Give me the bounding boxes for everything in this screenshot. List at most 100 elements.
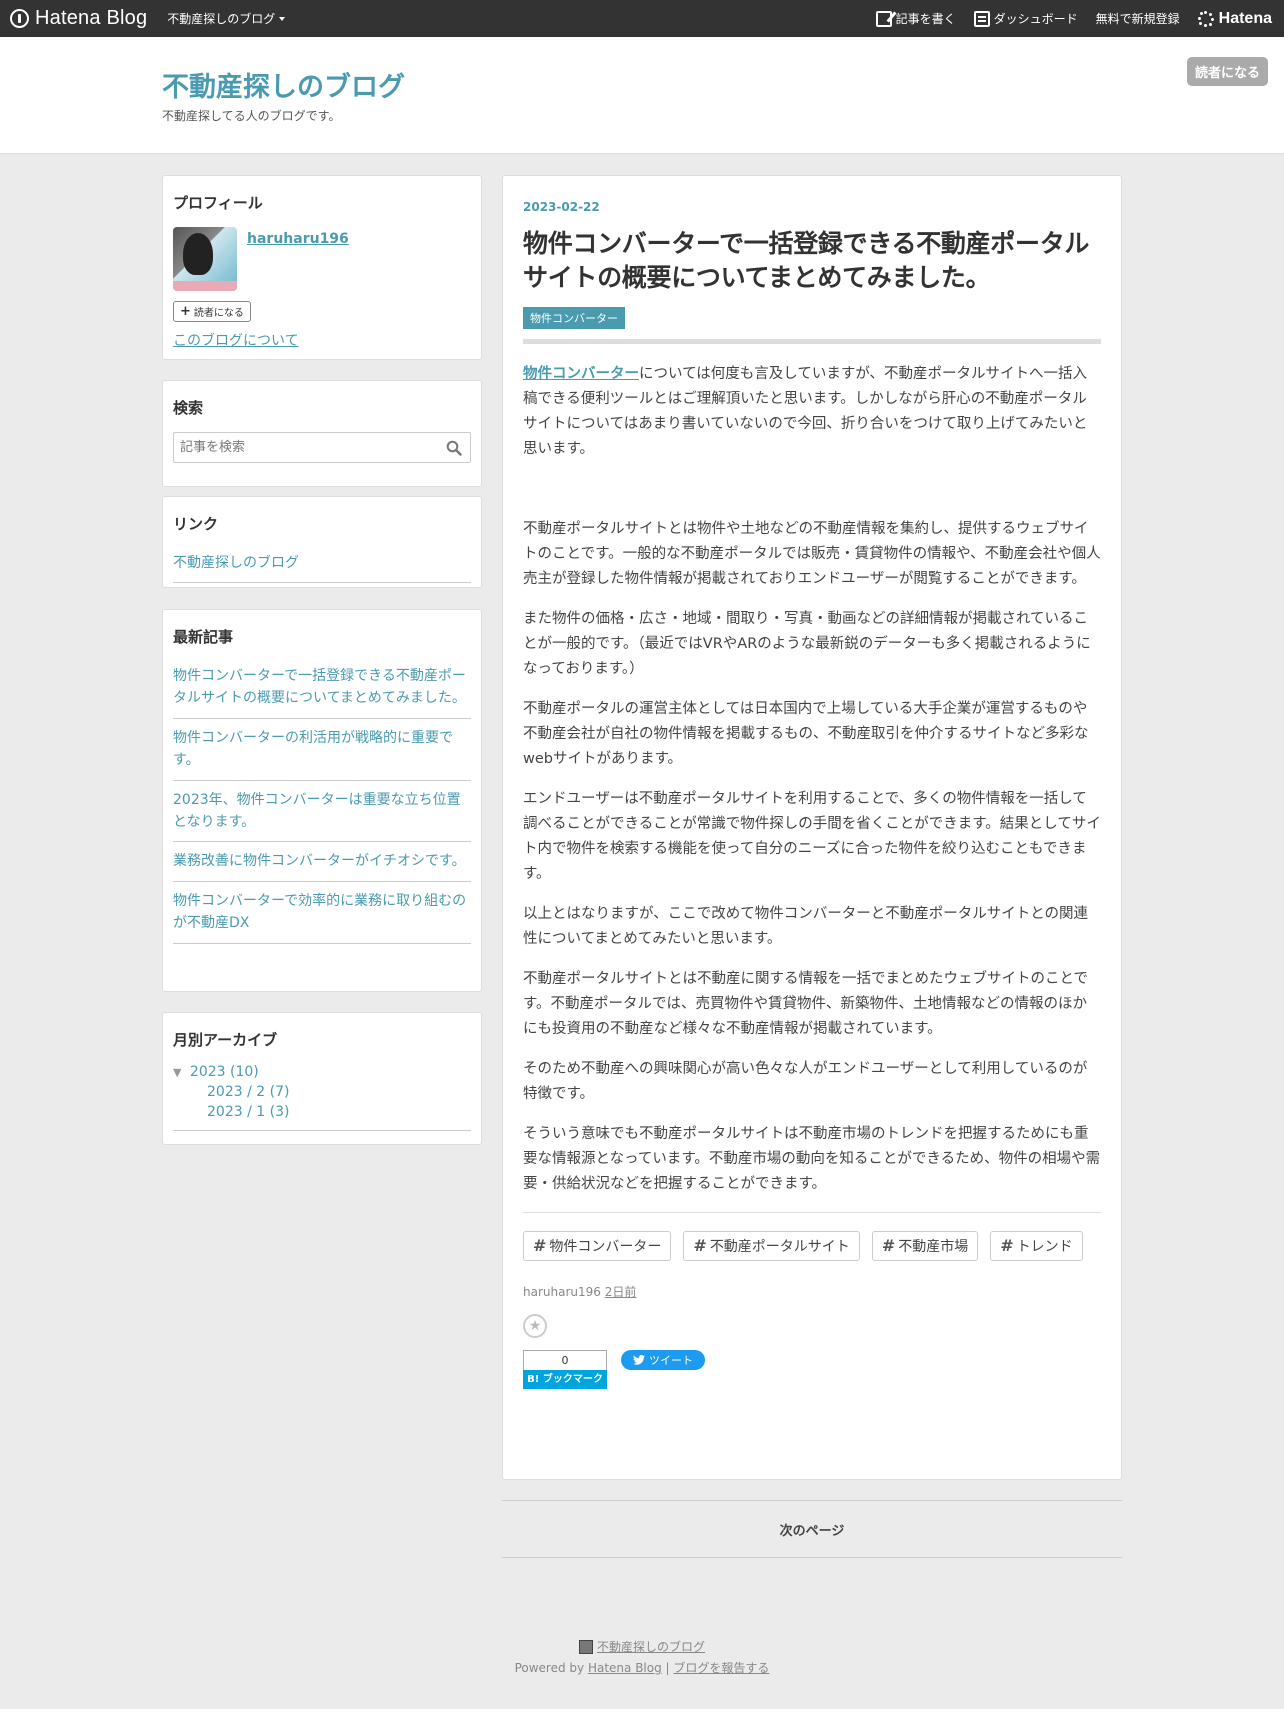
paragraph: 不動産ポータルの運営主体としては日本国内で上場している大手企業が運営するものや不… <box>523 700 1089 767</box>
hatena-blog-link[interactable]: Hatena Blog <box>588 1661 662 1675</box>
write-article-link[interactable]: 記事を書く <box>875 10 956 27</box>
dashboard-label: ダッシュボード <box>993 12 1078 26</box>
hatena-blog-brand: Hatena Blog <box>35 7 148 29</box>
entry-body: 物件コンバーターについては何度も言及していますが、不動産ポータルサイトへ一括入稿… <box>523 362 1101 1197</box>
title-divider <box>523 338 1101 344</box>
recent-entry-link[interactable]: 物件コンバーターで効率的に業務に取り組むのが不動産DX <box>173 893 466 931</box>
twitter-bird-icon <box>633 1354 645 1365</box>
keyword-link[interactable]: 物件コンバーター <box>523 366 639 382</box>
tweet-button[interactable]: ツイート <box>621 1349 705 1370</box>
author-name[interactable]: haruharu196 <box>523 1285 601 1299</box>
hash-icon: # <box>693 1236 707 1255</box>
recent-entry-link[interactable]: 2023年、物件コンバーターは重要な立ち位置となります。 <box>173 792 461 830</box>
entry-date[interactable]: 2023-02-22 <box>523 200 600 214</box>
hash-icon: # <box>1000 1236 1014 1255</box>
archive-month-link[interactable]: 2023 / 2 (7) <box>207 1084 471 1100</box>
paragraph: そのため不動産への興味関心が高い色々な人がエンドユーザーとして利用しているのが特… <box>523 1060 1088 1102</box>
next-page-link[interactable]: 次のページ <box>502 1500 1122 1558</box>
caret-down-icon <box>279 16 286 21</box>
search-input[interactable] <box>174 433 470 462</box>
report-blog-link[interactable]: ブログを報告する <box>673 1661 769 1675</box>
recent-entry-link[interactable]: 物件コンバーターの利活用が戦略的に重要です。 <box>173 730 453 768</box>
blog-header: 不動産探しのブログ 不動産探してる人のブログです。 読者になる <box>0 37 1284 154</box>
tag-list: # 物件コンバーター # 不動産ポータルサイト # 不動産市場 # トレンド <box>523 1230 1101 1261</box>
list-item: 物件コンバーターで一括登録できる不動産ポータルサイトの概要についてまとめてみまし… <box>173 661 471 719</box>
follow-button[interactable]: + 読者になる <box>173 301 251 322</box>
recent-entries-module: 最新記事 物件コンバーターで一括登録できる不動産ポータルサイトの概要についてまと… <box>162 609 482 992</box>
tag-link[interactable]: # 不動産ポータルサイト <box>683 1230 860 1261</box>
profile-name-link[interactable]: haruharu196 <box>247 231 349 291</box>
dashboard-icon <box>973 10 990 27</box>
avatar[interactable] <box>173 227 237 291</box>
hatena-blog-logo[interactable]: Hatena Blog <box>10 7 147 30</box>
tag-label: 物件コンバーター <box>549 1238 662 1255</box>
dashboard-link[interactable]: ダッシュボード <box>973 10 1078 27</box>
signup-link[interactable]: 無料で新規登録 <box>1096 10 1180 27</box>
blog-menu-label: 不動産探しのブログ <box>167 12 276 26</box>
archive-month-link[interactable]: 2023 / 1 (3) <box>207 1104 471 1120</box>
add-star-icon[interactable]: ★ <box>523 1313 547 1338</box>
hash-icon: # <box>533 1236 547 1255</box>
footer-separator: | <box>665 1661 670 1675</box>
tag-label: 不動産市場 <box>898 1238 969 1255</box>
triangle-down-icon[interactable]: ▼ <box>173 1066 181 1079</box>
recent-heading: 最新記事 <box>173 628 234 646</box>
tag-link[interactable]: # 物件コンバーター <box>523 1230 672 1261</box>
link-item[interactable]: 不動産探しのブログ <box>173 555 299 571</box>
search-icon[interactable] <box>446 440 462 456</box>
profile-module: プロフィール haruharu196 + 読者になる このブログについて <box>162 175 482 360</box>
paragraph: 不動産ポータルサイトとは不動産に関する情報を一括でまとめたウェブサイトのことです… <box>523 970 1089 1037</box>
blog-favicon-icon <box>578 1639 593 1654</box>
entry-footer: haruharu196 2日前 <box>523 1283 1101 1300</box>
recent-list: 物件コンバーターで一括登録できる不動産ポータルサイトの概要についてまとめてみまし… <box>173 661 471 944</box>
share-buttons: 0 B! ブックマーク ツイート <box>523 1349 1101 1389</box>
search-heading: 検索 <box>173 399 204 417</box>
hatena-bookmark-button[interactable]: 0 B! ブックマーク <box>523 1349 607 1389</box>
archive-year[interactable]: ▼ 2023 (10) <box>173 1064 471 1080</box>
paragraph: エンドユーザーは不動産ポータルサイトを利用することで、多くの物件情報を一括して調… <box>523 790 1101 882</box>
hatena-dots-icon <box>1197 10 1214 27</box>
profile-heading: プロフィール <box>173 194 263 212</box>
intro-paragraph: 物件コンバーターについては何度も言及していますが、不動産ポータルサイトへ一括入稿… <box>523 362 1101 462</box>
about-blog-link[interactable]: このブログについて <box>173 330 471 350</box>
tags-divider <box>523 1211 1101 1213</box>
entry-time-link[interactable]: 2日前 <box>605 1285 637 1299</box>
list-item: 物件コンバーターの利活用が戦略的に重要です。 <box>173 719 471 781</box>
links-heading: リンク <box>173 515 219 533</box>
list-item: 2023年、物件コンバーターは重要な立ち位置となります。 <box>173 781 471 843</box>
hatena-label: Hatena <box>1218 9 1272 27</box>
blog-menu-dropdown[interactable]: 不動産探しのブログ <box>167 10 286 27</box>
archive-module: 月別アーカイブ ▼ 2023 (10) 2023 / 2 (7) 2023 / … <box>162 1012 482 1145</box>
list-item: 業務改善に物件コンバーターがイチオシです。 <box>173 842 471 882</box>
subscribe-button[interactable]: 読者になる <box>1186 57 1268 86</box>
paragraph: 以上とはなりますが、ここで改めて物件コンバーターと不動産ポータルサイトとの関連性… <box>523 905 1089 947</box>
paragraph: そういう意味でも不動産ポータルサイトは不動産市場のトレンドを把握するためにも重要… <box>523 1125 1101 1192</box>
search-module: 検索 <box>162 380 482 487</box>
blog-description: 不動産探してる人のブログです。 <box>162 109 341 123</box>
tag-link[interactable]: # トレンド <box>990 1230 1083 1261</box>
follow-label: 読者になる <box>193 308 244 319</box>
blog-title[interactable]: 不動産探しのブログ <box>162 65 405 104</box>
page-footer: 不動産探しのブログ Powered by Hatena Blog | ブログを報… <box>0 1638 1284 1676</box>
category-badge[interactable]: 物件コンバーター <box>523 306 625 329</box>
recent-entry-link[interactable]: 物件コンバーターで一括登録できる不動産ポータルサイトの概要についてまとめてみまし… <box>173 668 466 706</box>
bookmark-label: B! ブックマーク <box>523 1369 607 1389</box>
footer-blog-link[interactable]: 不動産探しのブログ <box>597 1638 705 1655</box>
hatena-logo[interactable]: Hatena <box>1197 9 1272 28</box>
archive-heading: 月別アーカイブ <box>173 1031 278 1049</box>
recent-entry-link[interactable]: 業務改善に物件コンバーターがイチオシです。 <box>173 853 466 869</box>
search-box <box>173 432 471 463</box>
paragraph: また物件の価格・広さ・地域・間取り・写真・動画などの詳細情報が掲載されていること… <box>523 610 1091 677</box>
tag-link[interactable]: # 不動産市場 <box>871 1230 979 1261</box>
entry-title[interactable]: 物件コンバーターで一括登録できる不動産ポータルサイトの概要についてまとめてみまし… <box>523 227 1101 295</box>
list-item: 物件コンバーターで効率的に業務に取り組むのが不動産DX <box>173 882 471 944</box>
hash-icon: # <box>881 1236 896 1255</box>
write-article-label: 記事を書く <box>895 12 956 26</box>
article: 2023-02-22 物件コンバーターで一括登録できる不動産ポータルサイトの概要… <box>502 175 1122 1480</box>
powered-by-text: Powered by <box>514 1661 585 1675</box>
paragraph: 不動産ポータルサイトとは物件や土地などの不動産情報を集約し、提供するウェブサイト… <box>523 520 1101 587</box>
tweet-label: ツイート <box>649 1353 693 1367</box>
tag-label: 不動産ポータルサイト <box>709 1238 850 1255</box>
signup-label: 無料で新規登録 <box>1095 12 1180 26</box>
bookmark-count: 0 <box>523 1349 607 1370</box>
